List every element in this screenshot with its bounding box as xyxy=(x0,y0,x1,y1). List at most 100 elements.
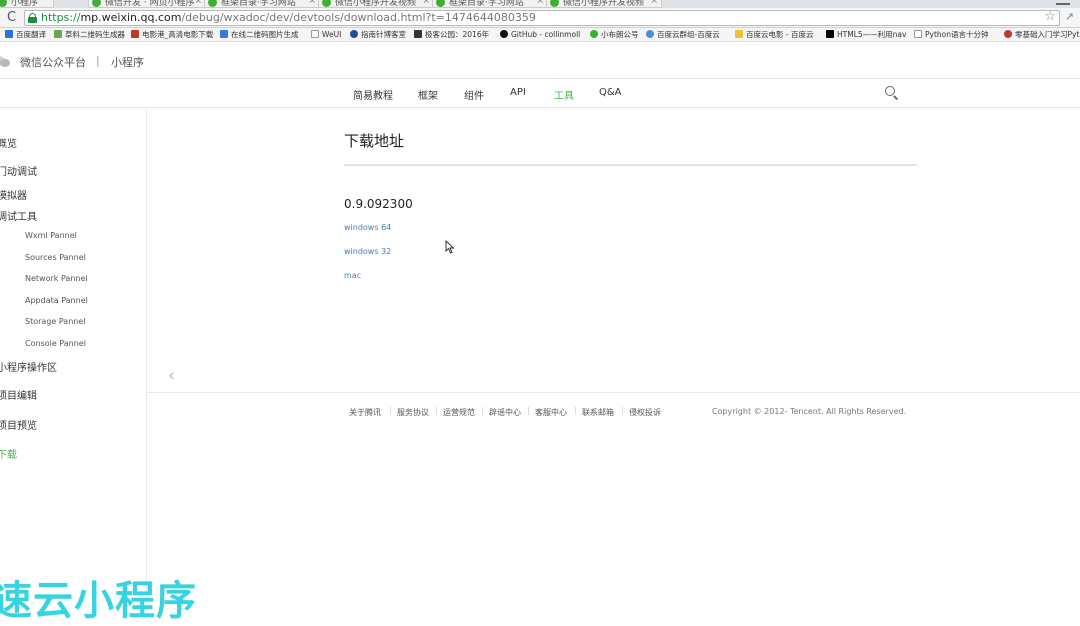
bookmark-item[interactable]: 零基础入门学习Pyt xyxy=(1004,29,1079,41)
close-icon[interactable]: × xyxy=(308,0,316,6)
footer-link-infringement[interactable]: 侵权投诉 xyxy=(629,407,661,418)
bookmarks-bar: 百度翻译 草料二维码生成器 电影港_高清电影下载 在线二维码图片生成 WeUI … xyxy=(0,28,1080,42)
sidebar-item-console-pannel[interactable]: Console Pannel xyxy=(25,339,86,348)
footer-link-rules[interactable]: 运营规范 xyxy=(443,407,475,418)
footer-link-about[interactable]: 关于腾讯 xyxy=(349,407,381,418)
bookmark-item[interactable]: 小布朗公号 xyxy=(590,29,639,41)
wechat-icon xyxy=(0,0,7,7)
bookmark-item[interactable]: 电影港_高清电影下载 xyxy=(131,29,213,41)
sidebar-item-wxml-pannel[interactable]: Wxml Pannel xyxy=(25,231,77,240)
platform-name[interactable]: 微信公众平台 xyxy=(20,54,86,70)
footer-separator: | xyxy=(574,406,577,415)
download-windows-64-link[interactable]: windows 64 xyxy=(344,223,391,232)
sidebar-item-project-preview[interactable]: 项目预览 xyxy=(0,417,37,432)
wechat-icon xyxy=(322,0,331,7)
browser-tab[interactable]: 微信小程序开发视频 × xyxy=(546,0,662,8)
extension-icon[interactable]: ↗ xyxy=(1065,10,1074,23)
nav-framework[interactable]: 框架 xyxy=(418,87,438,102)
footer-link-rumor[interactable]: 辟谣中心 xyxy=(489,407,521,418)
tab-label: 微信开发 · 网页小程序 xyxy=(105,0,195,8)
close-icon[interactable]: × xyxy=(194,0,202,6)
download-mac-link[interactable]: mac xyxy=(344,271,361,280)
bookmark-star-icon[interactable]: ☆ xyxy=(1044,9,1056,24)
browser-tab[interactable]: 微信小程序开发视频 × xyxy=(318,0,434,8)
sidebar-item-overview[interactable]: 概览 xyxy=(0,135,17,150)
site-header: 微信公众平台 | 小程序 xyxy=(0,43,1080,79)
close-icon[interactable]: × xyxy=(536,0,544,6)
qrcode-icon xyxy=(54,30,62,38)
bookmark-item[interactable]: HTML5——利用nav xyxy=(826,29,906,41)
bookmark-item[interactable]: 百度云电影 - 百度云 xyxy=(735,29,813,41)
movie-icon xyxy=(131,30,139,38)
tab-label: 小程序 xyxy=(11,0,39,8)
github-icon xyxy=(500,30,508,38)
header-separator: | xyxy=(96,54,100,67)
nav-qa[interactable]: Q&A xyxy=(599,87,622,98)
wechat-icon xyxy=(208,0,217,7)
sidebar-item-simulator[interactable]: 模拟器 xyxy=(0,187,27,202)
geekpark-icon xyxy=(414,30,422,38)
compass-icon xyxy=(350,30,358,38)
bookmark-item[interactable]: 百度翻译 xyxy=(5,29,46,41)
cloud-icon xyxy=(735,30,743,38)
footer-link-email[interactable]: 联系邮箱 xyxy=(582,407,614,418)
footer-link-terms[interactable]: 服务协议 xyxy=(397,407,429,418)
video-watermark: 速云小程序 xyxy=(0,578,197,624)
browser-tab[interactable]: 框架目录·学习网站 × xyxy=(204,0,320,8)
sidebar-item-project-edit[interactable]: 项目编辑 xyxy=(0,387,37,402)
wechat-logo-icon[interactable] xyxy=(0,56,12,68)
mouse-cursor-icon xyxy=(445,240,455,254)
previous-page-icon[interactable]: ‹ xyxy=(168,365,175,386)
cloud-icon xyxy=(646,30,654,38)
page-title: 下载地址 xyxy=(344,132,405,150)
sidebar-item-debug[interactable]: 门动调试 xyxy=(0,163,37,178)
bookmark-item[interactable]: WeUI xyxy=(311,29,341,41)
page-icon xyxy=(914,30,922,38)
bookmark-item[interactable]: 草料二维码生成器 xyxy=(54,29,125,41)
nav-api[interactable]: API xyxy=(510,87,526,98)
tab-label: 框架目录·学习网站 xyxy=(449,0,524,8)
bookmark-item[interactable]: 极客公园：2016年 xyxy=(414,29,489,41)
sidebar-item-storage-pannel[interactable]: Storage Pannel xyxy=(25,317,86,326)
browser-tab[interactable]: 小程序 xyxy=(0,0,54,8)
title-divider xyxy=(344,164,917,166)
tab-label: 微信小程序开发视频 xyxy=(335,0,417,8)
tab-label: 微信小程序开发视频 xyxy=(563,0,645,8)
tab-label: 框架目录·学习网站 xyxy=(221,0,296,8)
footer-separator: | xyxy=(527,406,530,415)
bookmark-item[interactable]: 在线二维码图片生成 xyxy=(220,29,299,41)
sidebar-item-download[interactable]: 下载 xyxy=(0,446,17,461)
sidebar-item-appdata-pannel[interactable]: Appdata Pannel xyxy=(25,296,88,305)
browser-tab[interactable]: 微信开发 · 网页小程序 × xyxy=(88,0,206,8)
minimize-window-button[interactable] xyxy=(1056,0,1070,5)
lock-icon xyxy=(28,13,37,23)
nav-components[interactable]: 组件 xyxy=(464,87,484,102)
close-icon[interactable]: × xyxy=(650,0,658,6)
url-field[interactable]: https://mp.weixin.qq.com/debug/wxadoc/de… xyxy=(24,10,1060,26)
url-path: /debug/wxadoc/dev/devtools/download.html… xyxy=(181,11,536,24)
reload-icon[interactable]: C xyxy=(7,10,16,25)
bookmark-item[interactable]: 指南针博客室 xyxy=(350,29,406,41)
sidebar-item-devtools[interactable]: 调试工具 xyxy=(0,208,37,223)
footer-divider xyxy=(147,392,1080,393)
wechat-icon xyxy=(550,0,559,7)
footer-separator: | xyxy=(389,406,392,415)
footer-link-support[interactable]: 客服中心 xyxy=(535,407,567,418)
sidebar-item-sources-pannel[interactable]: Sources Pannel xyxy=(25,253,86,262)
bookmark-item[interactable]: Python语言十分钟 xyxy=(914,29,989,41)
nav-tutorial[interactable]: 简易教程 xyxy=(353,87,393,102)
section-name[interactable]: 小程序 xyxy=(111,54,144,70)
download-windows-32-link[interactable]: windows 32 xyxy=(344,247,391,256)
search-icon[interactable] xyxy=(885,86,899,100)
wechat-icon xyxy=(590,30,598,38)
sidebar-item-operation-area[interactable]: 小程序操作区 xyxy=(0,359,57,374)
translate-icon xyxy=(5,30,13,38)
close-icon[interactable]: × xyxy=(422,0,430,6)
sidebar: 概览 门动调试 模拟器 调试工具 Wxml Pannel Sources Pan… xyxy=(0,109,147,608)
browser-tab[interactable]: 框架目录·学习网站 × xyxy=(432,0,548,8)
sidebar-item-network-pannel[interactable]: Network Pannel xyxy=(25,274,88,283)
address-bar: C https://mp.weixin.qq.com/debug/wxadoc/… xyxy=(0,8,1080,28)
nav-tools[interactable]: 工具 xyxy=(554,87,574,102)
bookmark-item[interactable]: GitHub - collinmoll xyxy=(500,29,580,41)
bookmark-item[interactable]: 百度云群组-百度云 xyxy=(646,29,720,41)
